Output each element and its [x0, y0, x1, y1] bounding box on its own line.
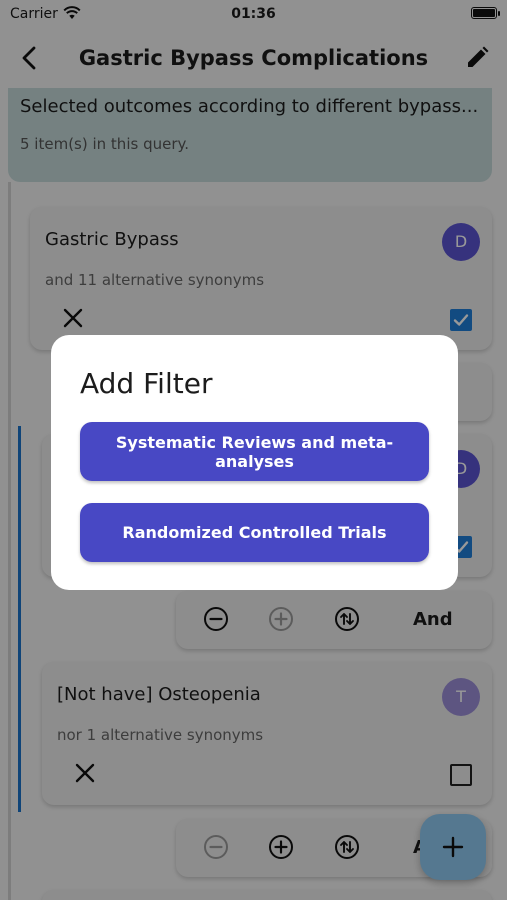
dialog-title: Add Filter — [80, 367, 213, 400]
filter-rct-button[interactable]: Randomized Controlled Trials — [80, 503, 429, 562]
add-filter-dialog: Add Filter Systematic Reviews and meta-a… — [51, 335, 458, 590]
filter-systematic-reviews-button[interactable]: Systematic Reviews and meta-analyses — [80, 422, 429, 481]
